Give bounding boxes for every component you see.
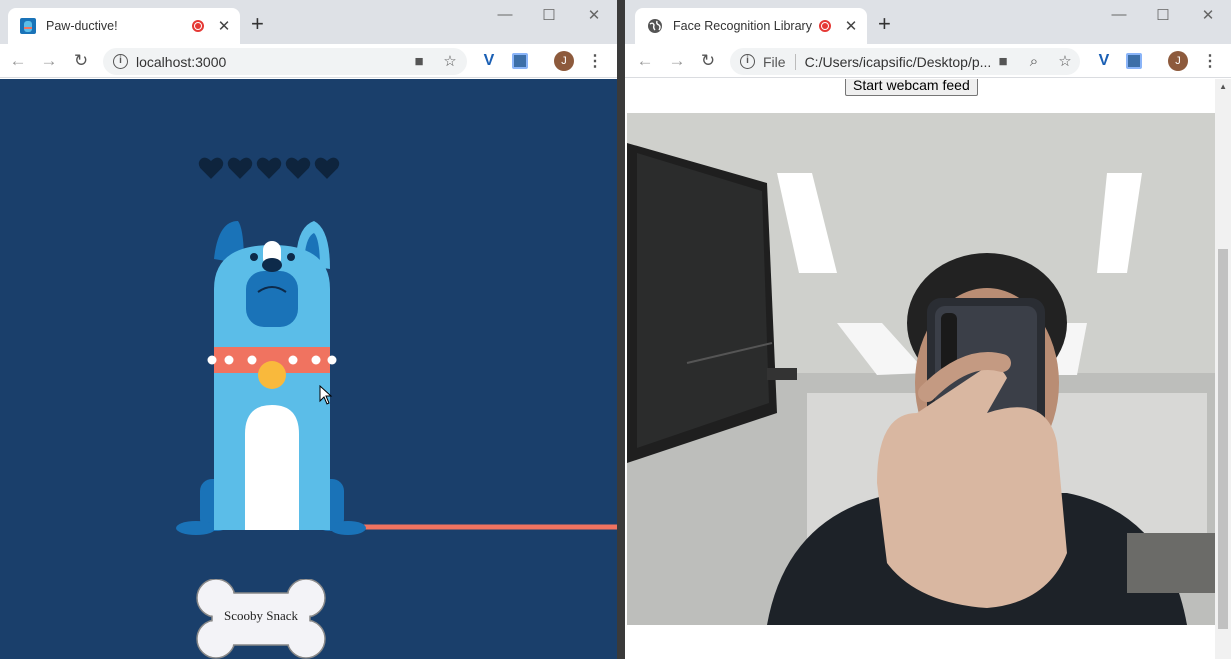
profile-avatar[interactable]: J (1168, 51, 1188, 71)
window-divider (617, 0, 625, 659)
tab-strip: Face Recognition Library ✕ + — ☐ ✕ (625, 0, 1231, 44)
scooby-snack-button[interactable] (194, 578, 328, 659)
extension-v-icon[interactable]: V (1094, 51, 1114, 71)
camera-icon[interactable]: ■ (993, 51, 1013, 71)
camera-icon[interactable]: ■ (409, 51, 429, 71)
tab-title: Paw-ductive! (46, 19, 118, 33)
left-browser-window: Paw-ductive! ✕ + — ☐ ✕ ← → ↻ i localhost… (0, 0, 617, 659)
close-window-button[interactable]: ✕ (571, 6, 617, 24)
star-icon[interactable]: ☆ (440, 51, 460, 71)
paw-ductive-page: Scooby Snack (0, 79, 617, 659)
tab-strip: Paw-ductive! ✕ + — ☐ ✕ (0, 0, 617, 44)
info-icon[interactable]: i (740, 54, 755, 69)
dog-foot-right (330, 521, 366, 535)
app-favicon-icon (20, 18, 36, 34)
dog-nose (262, 258, 282, 272)
url-text: C:/Users/icapsific/Desktop/p... (804, 53, 992, 70)
maximize-button[interactable]: ☐ (1140, 6, 1186, 24)
tab-face-recognition[interactable]: Face Recognition Library ✕ (635, 8, 867, 44)
browser-toolbar: ← → ↻ i File C:/Users/icapsific/Desktop/… (625, 44, 1231, 78)
extension-box-icon[interactable] (1124, 51, 1144, 71)
menu-kebab-icon[interactable]: ⋮ (1200, 51, 1220, 71)
mouse-cursor-icon (319, 385, 333, 405)
recording-indicator-icon (192, 20, 204, 32)
extension-v-icon[interactable]: V (479, 51, 499, 71)
webcam-video-feed (627, 113, 1215, 625)
dog-belly (245, 405, 299, 530)
menu-kebab-icon[interactable]: ⋮ (585, 51, 605, 71)
close-tab-icon[interactable]: ✕ (843, 17, 859, 35)
reload-button[interactable]: ↻ (696, 50, 720, 72)
start-webcam-button[interactable]: Start webcam feed (845, 79, 978, 96)
dog-snout (246, 271, 298, 327)
dog-tag (258, 361, 286, 389)
url-text: localhost:3000 (136, 53, 227, 70)
extension-box-icon[interactable] (510, 51, 530, 71)
vertical-scrollbar[interactable]: ▲ (1215, 79, 1231, 659)
info-icon[interactable]: i (113, 54, 128, 69)
face-recognition-page: Start webcam feed ▲ (625, 79, 1231, 659)
forward-button[interactable]: → (665, 50, 689, 72)
dog-foot-left (176, 521, 216, 535)
browser-toolbar: ← → ↻ i localhost:3000 ■ ☆ V J ⋮ (0, 44, 617, 78)
dog-eye-left (250, 253, 258, 261)
back-button[interactable]: ← (633, 50, 657, 72)
minimize-button[interactable]: — (482, 6, 528, 23)
dog-eye-right (287, 253, 295, 261)
leash (315, 375, 617, 530)
tab-paw-ductive[interactable]: Paw-ductive! ✕ (8, 8, 240, 44)
minimize-button[interactable]: — (1096, 6, 1142, 23)
close-window-button[interactable]: ✕ (1185, 6, 1231, 24)
scroll-up-arrow-icon[interactable]: ▲ (1219, 82, 1227, 91)
right-browser-window: Face Recognition Library ✕ + — ☐ ✕ ← → ↻… (625, 0, 1231, 659)
reload-button[interactable]: ↻ (69, 50, 93, 72)
maximize-button[interactable]: ☐ (526, 6, 572, 24)
new-tab-button[interactable]: + (878, 13, 891, 35)
zoom-icon[interactable]: ⌕ (1024, 51, 1044, 71)
profile-avatar[interactable]: J (554, 51, 574, 71)
back-button[interactable]: ← (6, 50, 30, 72)
bone-icon (196, 578, 326, 659)
new-tab-button[interactable]: + (251, 13, 264, 35)
recording-indicator-icon (819, 20, 831, 32)
close-tab-icon[interactable]: ✕ (216, 17, 232, 35)
globe-icon (648, 19, 662, 33)
file-scheme-label: File (763, 53, 796, 70)
dog-illustration (176, 221, 617, 535)
star-icon[interactable]: ☆ (1055, 51, 1075, 71)
forward-button[interactable]: → (37, 50, 61, 72)
tab-title: Face Recognition Library (673, 19, 812, 33)
scrollbar-thumb[interactable] (1218, 249, 1228, 629)
